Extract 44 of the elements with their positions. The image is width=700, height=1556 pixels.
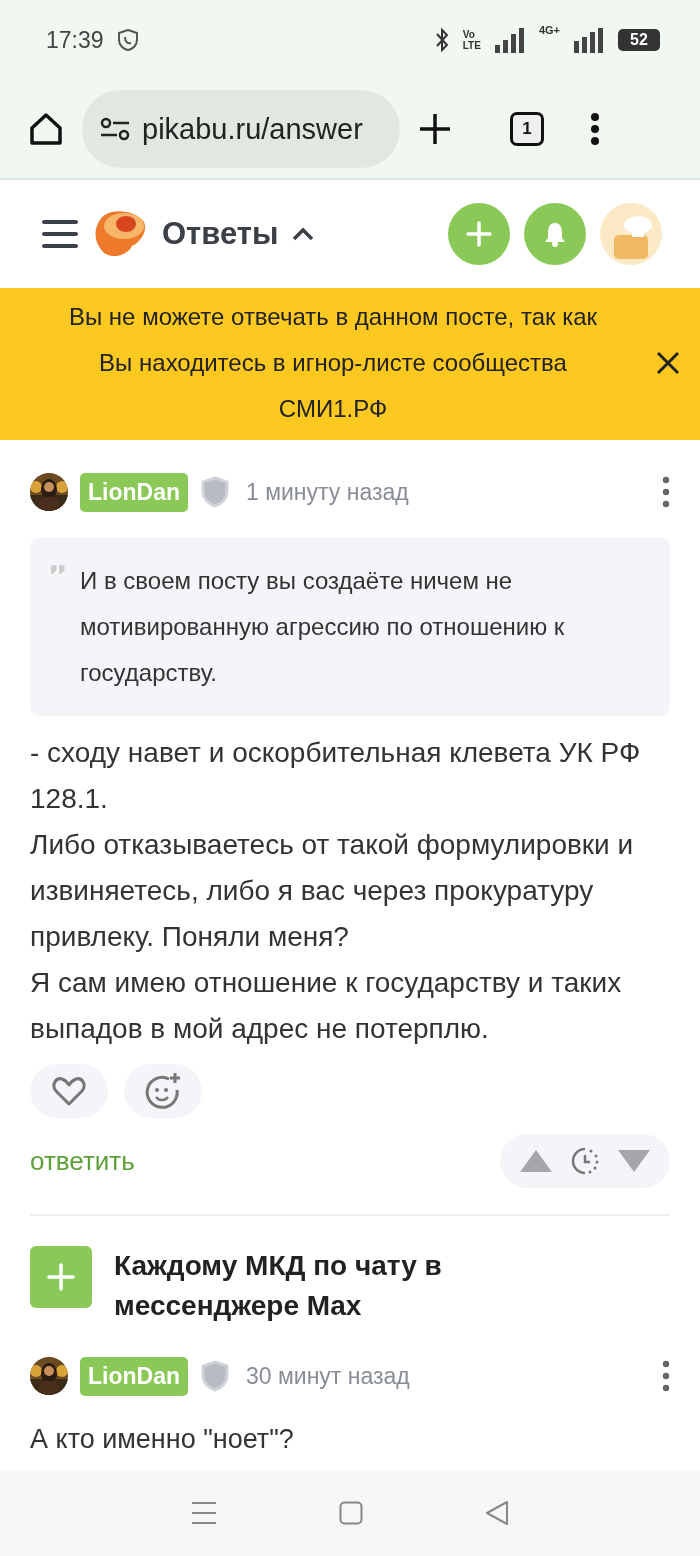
menu-icon[interactable] — [191, 1501, 217, 1525]
menu-icon — [42, 219, 78, 249]
shield-icon — [117, 29, 138, 51]
home-icon — [28, 111, 64, 147]
tab-count-button[interactable]: 1 — [510, 112, 544, 146]
comment-time: 30 минут назад — [246, 1362, 411, 1390]
home-icon[interactable] — [339, 1501, 363, 1525]
address-field[interactable]: pikabu.ru/answer — [82, 90, 400, 168]
plus-icon — [47, 1263, 75, 1291]
signal-icon — [574, 27, 604, 53]
menu-button[interactable] — [590, 112, 600, 146]
post-title[interactable]: Каждому МКД по чату в мессенджере Max — [114, 1246, 670, 1326]
status-time: 17:39 — [46, 26, 104, 54]
clock-icon — [571, 1147, 599, 1175]
section-title[interactable]: Ответы — [162, 216, 315, 252]
quote-text: И в своем посту вы создаёте ничем не мотивированную агрессию по отношению к государству. — [80, 566, 566, 688]
more-icon — [590, 112, 600, 146]
signal-icon — [494, 27, 525, 53]
smiley-plus-icon — [144, 1072, 182, 1110]
battery-level: 52 — [618, 29, 660, 51]
volte-label: Vo — [462, 29, 476, 40]
triangle-up-icon — [519, 1149, 553, 1173]
close-button[interactable] — [656, 351, 680, 375]
close-icon — [656, 351, 680, 375]
shield-icon — [200, 1360, 230, 1392]
shield-icon — [200, 476, 230, 508]
home-button[interactable] — [28, 111, 64, 147]
back-icon[interactable] — [485, 1500, 509, 1526]
plus-icon — [418, 112, 452, 146]
plus-icon — [466, 221, 492, 247]
lte-label: LTE — [462, 40, 481, 51]
network-label: 4G+ — [538, 24, 560, 36]
more-icon[interactable] — [662, 1360, 670, 1392]
more-icon[interactable] — [662, 476, 670, 508]
warning-message: Вы не можете отвечать в данном посте, так как Вы находитесь в игнор-листе сообщества СМИ1.РФ — [67, 302, 599, 424]
triangle-down-icon — [617, 1149, 651, 1173]
bell-icon — [543, 221, 567, 247]
comment-text: - сходу навет и оскорбительная клевета УК РФ 128.1. Либо отказываетесь от такой формулировки и извиняетесь, либо я вас через прокуратуру привлеку. Поняли меня? Я сам имею отношение к государству и таких выпадов в мой адрес не потерплю. — [30, 736, 642, 1046]
comment-text: А кто именно "ноет"? — [30, 1423, 295, 1456]
comment-time: 1 минуту назад — [246, 478, 410, 506]
menu-button[interactable] — [42, 219, 78, 249]
new-tab-button[interactable] — [418, 112, 452, 146]
bluetooth-icon — [434, 27, 449, 53]
site-settings-icon — [100, 117, 130, 141]
